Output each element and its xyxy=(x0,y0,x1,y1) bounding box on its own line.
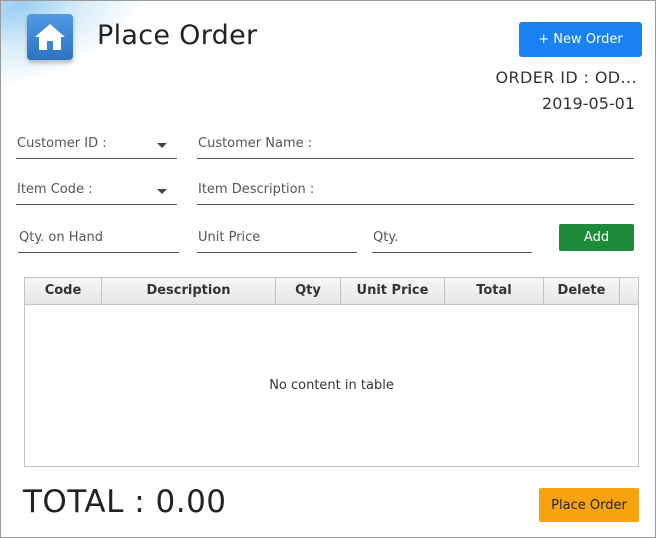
column-header-total[interactable]: Total xyxy=(445,278,544,304)
customer-name-label: Customer Name : xyxy=(198,136,313,151)
place-order-button[interactable]: Place Order xyxy=(539,488,639,522)
unit-price-field[interactable]: Unit Price xyxy=(197,228,357,253)
column-header-unit-price[interactable]: Unit Price xyxy=(341,278,445,304)
chevron-down-icon[interactable] xyxy=(157,143,167,148)
customer-id-label: Customer ID : xyxy=(17,136,107,151)
table-header: Code Description Qty Unit Price Total De… xyxy=(25,278,638,305)
table-empty-message: No content in table xyxy=(269,378,394,393)
item-description-field[interactable]: Item Description : xyxy=(197,180,634,205)
column-header-delete[interactable]: Delete xyxy=(544,278,620,304)
column-header-code[interactable]: Code xyxy=(25,278,102,304)
order-id-label: ORDER ID : OD... xyxy=(495,68,637,87)
place-order-window: Place Order + New Order ORDER ID : OD...… xyxy=(0,0,656,538)
qty-placeholder: Qty. xyxy=(373,230,399,245)
order-items-table[interactable]: Code Description Qty Unit Price Total De… xyxy=(24,277,639,467)
customer-name-field[interactable]: Customer Name : xyxy=(197,134,634,159)
order-total: TOTAL : 0.00 xyxy=(23,484,227,520)
item-code-combobox[interactable]: Item Code : xyxy=(16,180,177,205)
add-button[interactable]: Add xyxy=(559,224,634,251)
qty-on-hand-field[interactable]: Qty. on Hand xyxy=(18,228,179,253)
order-date-label: 2019-05-01 xyxy=(542,94,635,113)
chevron-down-icon[interactable] xyxy=(157,189,167,194)
column-header-description[interactable]: Description xyxy=(102,278,276,304)
column-header-qty[interactable]: Qty xyxy=(276,278,341,304)
page-title: Place Order xyxy=(97,20,258,51)
home-icon[interactable] xyxy=(27,14,73,60)
qty-on-hand-placeholder: Qty. on Hand xyxy=(19,230,103,245)
item-description-label: Item Description : xyxy=(198,182,315,197)
customer-id-combobox[interactable]: Customer ID : xyxy=(16,134,177,159)
new-order-button[interactable]: + New Order xyxy=(519,22,642,57)
home-icon-graphic xyxy=(35,24,65,50)
qty-field[interactable]: Qty. xyxy=(372,228,532,253)
unit-price-placeholder: Unit Price xyxy=(198,230,261,245)
item-code-label: Item Code : xyxy=(17,182,93,197)
